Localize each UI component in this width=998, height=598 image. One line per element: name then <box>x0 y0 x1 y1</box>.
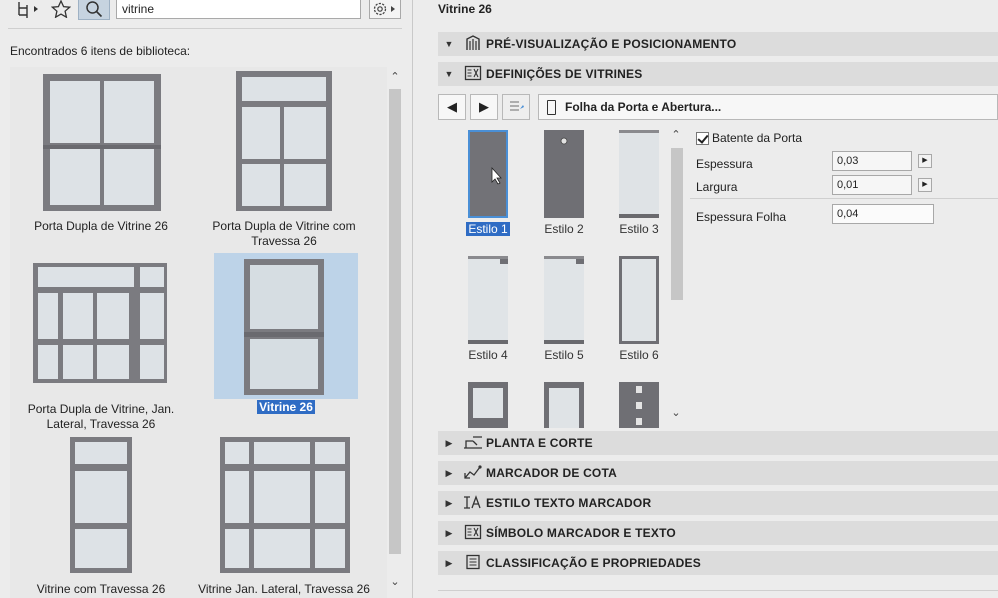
style-thumbnail <box>544 256 584 344</box>
star-icon[interactable] <box>48 0 74 20</box>
style-thumbnail <box>619 256 659 344</box>
section-title: ESTILO TEXTO MARCADOR <box>486 496 652 510</box>
settings-panel: Vitrine 26 ▼ PRÉ-VISUALIZAÇÃO E POSICION… <box>414 0 998 598</box>
style-label: Estilo 5 <box>544 348 584 362</box>
next-page-button[interactable]: ▶ <box>470 94 498 120</box>
caret-right-icon: ▶ <box>445 437 453 448</box>
caret-right-icon: ▶ <box>445 527 453 538</box>
style-thumbnail <box>619 130 659 218</box>
item-label: Porta Dupla de Vitrine, Jan. Lateral, Tra… <box>27 402 175 431</box>
caret-right-icon: ▶ <box>445 467 453 478</box>
style-thumbnail <box>544 130 584 218</box>
section-title: MARCADOR DE COTA <box>486 466 617 480</box>
style-scrollbar[interactable]: ⌃ ⌄ <box>668 128 684 428</box>
caret-right-icon: ▶ <box>445 497 453 508</box>
leaf-thickness-label: Espessura Folha <box>696 210 787 224</box>
door-icon <box>547 100 556 115</box>
caret-down-icon: ▼ <box>444 69 454 79</box>
leaf-thickness-field[interactable]: 0,04 <box>832 204 934 224</box>
width-arrow-button[interactable]: ▶ <box>918 178 932 192</box>
library-panel: Encontrados 6 itens de biblioteca: Porta… <box>0 0 413 598</box>
scrollbar-thumb[interactable] <box>389 89 401 554</box>
chevron-down-icon[interactable]: ⌄ <box>387 575 403 591</box>
width-field[interactable]: 0,01 <box>832 175 912 195</box>
door-stop-checkbox[interactable] <box>696 131 709 145</box>
page-list-icon <box>510 101 524 111</box>
item-thumbnail <box>13 67 189 213</box>
style-thumbnail <box>544 382 584 428</box>
thickness-label: Espessura <box>696 157 753 171</box>
page-selector-label: Folha da Porta e Abertura... <box>565 100 722 114</box>
style-thumbnail <box>619 382 659 428</box>
door-leaf-properties: Batente da Porta Espessura 0,03 ▶ Largur… <box>690 122 998 232</box>
symbol-marker-icon <box>460 524 486 543</box>
item-label: Vitrine com Travessa 26 <box>36 582 166 596</box>
section-classification[interactable]: ▶ CLASSIFICAÇÃO E PROPRIEDADES <box>438 551 998 575</box>
preview-icon <box>460 34 486 54</box>
style-label: Estilo 3 <box>619 222 659 236</box>
item-thumbnail <box>214 253 358 399</box>
section-title: DEFINIÇÕES DE VITRINES <box>486 67 643 81</box>
section-dimension[interactable]: ▶ MARCADOR DE COTA <box>438 461 998 485</box>
chevron-up-icon[interactable]: ⌃ <box>387 70 403 86</box>
hierarchy-icon[interactable] <box>14 0 42 20</box>
style-label: Estilo 1 <box>466 222 510 236</box>
scrollbar-thumb[interactable] <box>671 148 683 300</box>
style-thumbnail <box>468 382 508 428</box>
app-window: Encontrados 6 itens de biblioteca: Porta… <box>0 0 998 598</box>
item-label: Porta Dupla de Vitrine 26 <box>34 219 168 233</box>
library-grid: Porta Dupla de Vitrine 26 Porta Dupla de… <box>10 67 387 598</box>
page-title: Vitrine 26 <box>438 2 492 16</box>
classification-icon <box>460 554 486 573</box>
item-thumbnail <box>196 433 372 579</box>
section-preview[interactable]: ▼ PRÉ-VISUALIZAÇÃO E POSICIONAMENTO <box>438 32 998 56</box>
item-label: Porta Dupla de Vitrine com Travessa 26 <box>212 219 356 248</box>
settings-panel-icon <box>460 65 486 84</box>
style-label: Estilo 2 <box>544 222 584 236</box>
results-count: Encontrados 6 itens de biblioteca: <box>10 44 191 58</box>
thickness-arrow-button[interactable]: ▶ <box>918 154 932 168</box>
section-symbol[interactable]: ▶ SÍMBOLO MARCADOR E TEXTO <box>438 521 998 545</box>
page-navigator: ◀ ▶ Folha da Porta e Abertura... <box>438 94 998 120</box>
divider <box>690 198 998 199</box>
item-label: Vitrine 26 <box>257 400 315 414</box>
divider <box>438 590 998 591</box>
thickness-field[interactable]: 0,03 <box>832 151 912 171</box>
library-scrollbar[interactable]: ⌃ ⌄ <box>387 67 403 598</box>
item-label: Vitrine Jan. Lateral, Travessa 26 <box>198 582 370 596</box>
dimension-marker-icon <box>460 464 486 483</box>
library-toolbar <box>0 0 413 24</box>
chevron-down-icon[interactable]: ⌄ <box>668 406 684 419</box>
page-list-button[interactable] <box>502 94 530 120</box>
section-title: PLANTA E CORTE <box>486 436 593 450</box>
item-thumbnail <box>196 67 372 213</box>
section-definitions[interactable]: ▼ DEFINIÇÕES DE VITRINES <box>438 62 998 86</box>
caret-down-icon: ▼ <box>444 39 454 49</box>
divider <box>8 28 402 29</box>
previous-page-button[interactable]: ◀ <box>438 94 466 120</box>
width-label: Largura <box>696 180 738 194</box>
door-stop-checkbox-row[interactable]: Batente da Porta <box>696 131 802 145</box>
text-style-icon <box>460 494 486 513</box>
floor-plan-icon <box>460 434 486 453</box>
page-selector[interactable]: Folha da Porta e Abertura... <box>538 94 998 120</box>
search-icon[interactable] <box>78 0 110 20</box>
style-label: Estilo 6 <box>619 348 659 362</box>
search-input[interactable] <box>116 0 361 19</box>
style-label: Estilo 4 <box>468 348 508 362</box>
item-thumbnail <box>13 433 189 579</box>
section-title: CLASSIFICAÇÃO E PROPRIEDADES <box>486 556 701 570</box>
section-text-style[interactable]: ▶ ESTILO TEXTO MARCADOR <box>438 491 998 515</box>
section-plan[interactable]: ▶ PLANTA E CORTE <box>438 431 998 455</box>
section-title: PRÉ-VISUALIZAÇÃO E POSICIONAMENTO <box>486 37 737 51</box>
section-title: SÍMBOLO MARCADOR E TEXTO <box>486 526 676 540</box>
caret-right-icon: ▶ <box>445 557 453 568</box>
style-thumbnail <box>468 130 508 218</box>
style-thumbnail <box>468 256 508 344</box>
item-thumbnail <box>13 253 189 399</box>
gear-icon[interactable] <box>369 0 401 19</box>
door-stop-label: Batente da Porta <box>712 131 803 145</box>
chevron-up-icon[interactable]: ⌃ <box>668 128 684 141</box>
style-gallery: Estilo 1 Estilo 2 Estilo 3 Estilo 4 Esti… <box>438 122 668 428</box>
